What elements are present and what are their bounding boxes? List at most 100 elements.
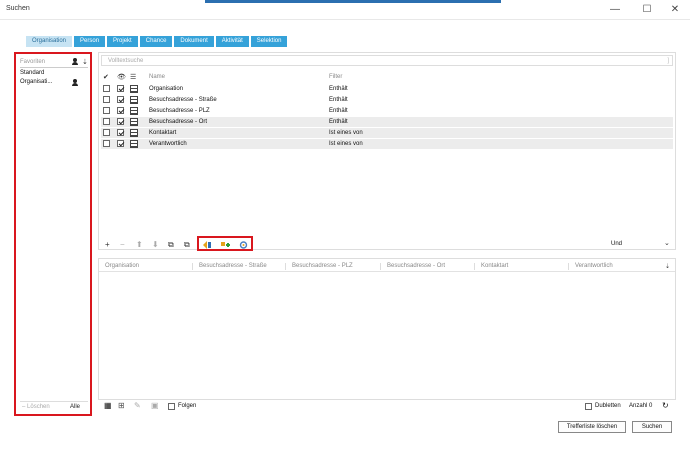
table-icon: [130, 85, 138, 93]
search-button[interactable]: Suchen: [632, 421, 672, 433]
filter-row-name: Besuchsadresse - PLZ: [149, 108, 210, 114]
favorites-panel: Favoriten ⇣ Standard Organisati... – Lös…: [14, 52, 92, 416]
row-select-checkbox[interactable]: [103, 96, 110, 103]
menu-icon[interactable]: ☰: [130, 73, 136, 81]
maximize-button[interactable]: ☐: [636, 2, 658, 16]
column-filter-header: Filter: [329, 74, 343, 80]
favorite-item[interactable]: Organisati...: [20, 79, 88, 87]
result-list: Organisation Besuchsadresse - Straße Bes…: [98, 258, 676, 400]
export-icon[interactable]: ▣: [151, 401, 159, 410]
visible-checkbox[interactable]: [117, 140, 124, 147]
add-icon[interactable]: +: [105, 240, 110, 249]
move-down-icon[interactable]: ⬇: [152, 240, 159, 249]
grid-view-icon[interactable]: ▦: [104, 401, 112, 410]
table-icon: [130, 107, 138, 115]
title-accent: [205, 0, 501, 3]
favorite-item[interactable]: Standard: [20, 70, 88, 76]
filter-row-filter[interactable]: Enthält: [329, 119, 348, 125]
row-select-checkbox[interactable]: [103, 129, 110, 136]
filter-row-name: Besuchsadresse - Ort: [149, 119, 208, 125]
result-column[interactable]: Besuchsadresse - PLZ: [292, 263, 353, 269]
duplicates-label: Dubletten: [595, 403, 621, 409]
duplicates-checkbox[interactable]: [585, 403, 592, 410]
tab-person[interactable]: Person: [74, 36, 106, 47]
filter-row[interactable]: Kontaktart Ist eines von: [101, 128, 673, 138]
group-settings-icon[interactable]: [239, 241, 248, 249]
filter-row[interactable]: Verantwortlich Ist eines von: [101, 139, 673, 149]
tile-view-icon[interactable]: ⊞: [118, 401, 125, 410]
title-bar: Suchen — ☐ ✕: [0, 0, 690, 20]
filter-panel: Volltextsuche ] ✔ 👁 ☰ Name Filter Organi…: [98, 52, 676, 250]
favorites-footer: – Löschen Alle: [20, 401, 88, 411]
fulltext-search-input[interactable]: Volltextsuche ]: [101, 55, 673, 66]
chevron-down-icon[interactable]: ⌄: [664, 239, 670, 247]
paste-icon[interactable]: ⧉: [184, 240, 190, 249]
result-column[interactable]: Besuchsadresse - Ort: [387, 263, 445, 269]
row-select-checkbox[interactable]: [103, 118, 110, 125]
follow-checkbox[interactable]: [168, 403, 175, 410]
result-column[interactable]: Kontaktart: [481, 263, 508, 269]
filter-row-filter[interactable]: Ist eines von: [329, 141, 363, 147]
tab-selektion[interactable]: Selektion: [250, 36, 288, 47]
tab-organisation[interactable]: Organisation: [26, 36, 73, 47]
result-column[interactable]: Besuchsadresse - Straße: [199, 263, 267, 269]
row-select-checkbox[interactable]: [103, 140, 110, 147]
close-button[interactable]: ✕: [664, 2, 686, 16]
row-select-checkbox[interactable]: [103, 107, 110, 114]
clear-results-button[interactable]: Trefferliste löschen: [558, 421, 626, 433]
result-column[interactable]: Organisation: [105, 263, 139, 269]
person-icon[interactable]: [71, 58, 79, 66]
result-count: Anzahl 0: [629, 403, 653, 409]
group-add-icon[interactable]: [221, 241, 230, 249]
follow-label: Folgen: [178, 403, 197, 409]
visible-checkbox[interactable]: [117, 129, 124, 136]
eye-icon[interactable]: 👁: [117, 73, 126, 81]
favorite-item-label: Organisati...: [20, 79, 53, 85]
all-button[interactable]: Alle: [70, 404, 80, 410]
favorites-label: Favoriten: [20, 59, 46, 65]
row-select-checkbox[interactable]: [103, 85, 110, 92]
delete-favorite-button[interactable]: – Löschen: [22, 404, 50, 410]
filter-row-name: Organisation: [149, 86, 184, 92]
visible-checkbox[interactable]: [117, 107, 124, 114]
result-footer: ▦ ⊞ ✎ ▣ Folgen Dubletten Anzahl 0 ↻: [98, 400, 676, 414]
tab-aktivitaet[interactable]: Aktivität: [215, 36, 249, 47]
tab-dokument[interactable]: Dokument: [174, 36, 214, 47]
refresh-icon[interactable]: ↻: [662, 401, 669, 410]
filter-row[interactable]: Besuchsadresse - PLZ Enthält: [101, 106, 673, 116]
favorites-header: Favoriten ⇣: [20, 58, 88, 68]
tab-projekt[interactable]: Projekt: [107, 36, 138, 47]
filter-row-name: Verantwortlich: [149, 141, 187, 147]
group-left-icon[interactable]: [203, 241, 212, 249]
window-title: Suchen: [6, 5, 30, 12]
move-up-icon[interactable]: ⬆: [136, 240, 143, 249]
table-icon: [130, 140, 138, 148]
sort-icon[interactable]: ⇣: [82, 58, 88, 66]
tab-chance[interactable]: Chance: [139, 36, 173, 47]
filter-row[interactable]: Besuchsadresse - Straße Enthält: [101, 95, 673, 105]
filter-row-name: Besuchsadresse - Straße: [149, 97, 217, 103]
entity-tabs: Organisation Person Projekt Chance Dokum…: [26, 36, 288, 47]
minimize-button[interactable]: —: [604, 2, 626, 16]
operator-select-value[interactable]: Und: [611, 241, 622, 247]
filter-row-filter[interactable]: Enthält: [329, 97, 348, 103]
check-all-icon[interactable]: ✔: [103, 73, 109, 81]
filter-row[interactable]: Organisation Enthält: [101, 84, 673, 94]
result-column[interactable]: Verantwortlich: [575, 263, 613, 269]
visible-checkbox[interactable]: [117, 118, 124, 125]
table-icon: [130, 118, 138, 126]
table-icon: [130, 96, 138, 104]
remove-icon[interactable]: −: [120, 240, 125, 249]
person-icon: [71, 79, 79, 87]
filter-row-filter[interactable]: Ist eines von: [329, 130, 363, 136]
copy-icon[interactable]: ⧉: [168, 240, 174, 249]
filter-row[interactable]: Besuchsadresse - Ort Enthält: [101, 117, 673, 127]
visible-checkbox[interactable]: [117, 85, 124, 92]
visible-checkbox[interactable]: [117, 96, 124, 103]
filter-row-filter[interactable]: Enthält: [329, 86, 348, 92]
filter-row-filter[interactable]: Enthält: [329, 108, 348, 114]
edit-icon[interactable]: ✎: [134, 401, 141, 410]
column-chooser-icon[interactable]: ⇣: [665, 263, 670, 270]
result-column-header: Organisation Besuchsadresse - Straße Bes…: [99, 259, 675, 272]
table-icon: [130, 129, 138, 137]
